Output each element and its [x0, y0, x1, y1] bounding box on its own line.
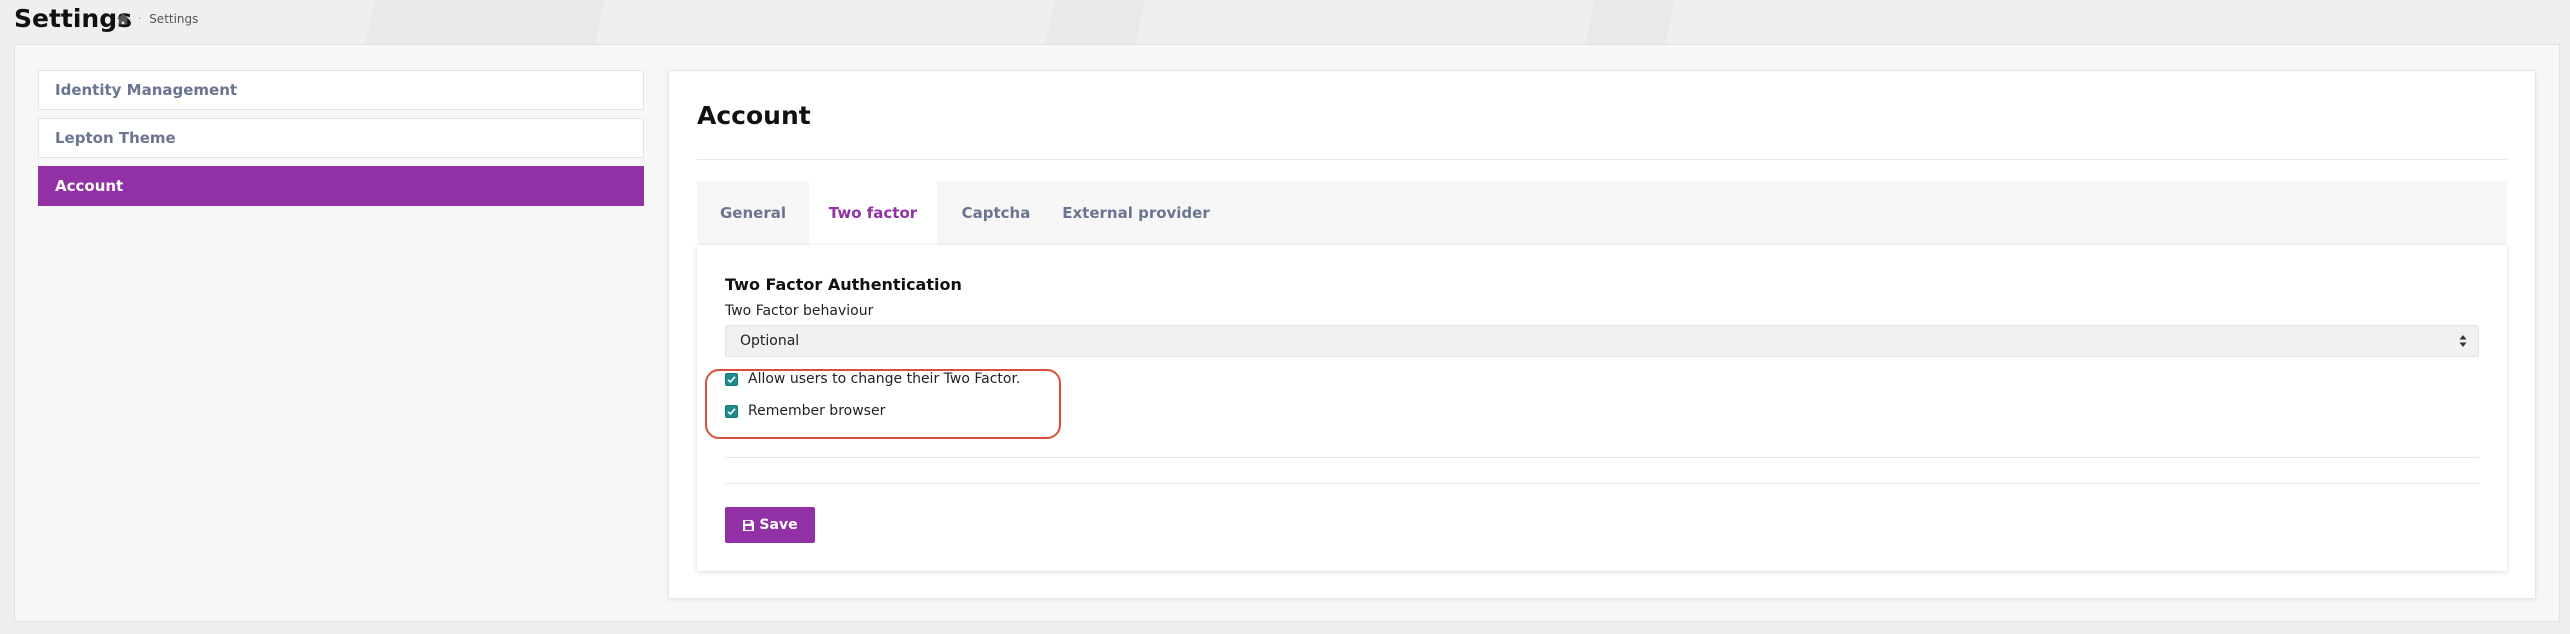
tab-external-provider[interactable]: External provider [1055, 181, 1217, 245]
save-label: Save [759, 517, 798, 533]
account-settings-panel: Account General Two factor Captcha Exter… [668, 70, 2536, 599]
breadcrumb-current: Settings [149, 12, 199, 26]
save-button[interactable]: Save [725, 507, 815, 543]
divider [725, 457, 2479, 458]
sidebar-item-account[interactable]: Account [38, 166, 644, 206]
tab-general[interactable]: General [697, 181, 809, 245]
sidebar-item-label: Lepton Theme [55, 129, 176, 147]
home-icon[interactable] [116, 12, 130, 26]
remember-browser-option[interactable]: Remember browser [725, 403, 885, 419]
sidebar-item-identity-management[interactable]: Identity Management [38, 70, 644, 110]
floppy-disk-icon [742, 519, 755, 532]
two-factor-heading: Two Factor Authentication [725, 275, 962, 294]
select-value: Optional [740, 333, 800, 349]
sidebar-item-lepton-theme[interactable]: Lepton Theme [38, 118, 644, 158]
behaviour-label: Two Factor behaviour [725, 303, 874, 319]
sort-arrows-icon [2458, 333, 2468, 349]
remember-browser-checkbox[interactable] [725, 404, 738, 418]
breadcrumb-separator: · [138, 13, 142, 25]
section-title: Account [697, 101, 811, 130]
top-bar: Settings · Settings [0, 0, 2570, 42]
allow-change-two-factor-checkbox[interactable] [725, 372, 738, 386]
breadcrumb: · Settings [116, 12, 198, 26]
allow-change-two-factor-option[interactable]: Allow users to change their Two Factor. [725, 371, 1020, 387]
sidebar-item-label: Identity Management [55, 81, 238, 99]
divider [697, 159, 2507, 160]
divider [725, 483, 2479, 484]
tab-two-factor[interactable]: Two factor [809, 181, 937, 245]
sidebar-item-label: Account [55, 177, 124, 195]
tab-bar: General Two factor Captcha External prov… [697, 181, 2507, 245]
two-factor-behaviour-select[interactable]: Optional [725, 325, 2479, 357]
checkbox-label: Remember browser [748, 403, 886, 419]
page-title: Settings [14, 4, 133, 33]
tab-captcha[interactable]: Captcha [937, 181, 1055, 245]
two-factor-panel: Two Factor Authentication Two Factor beh… [697, 245, 2507, 571]
settings-sidebar: Identity Management Lepton Theme Account [38, 70, 644, 214]
checkbox-label: Allow users to change their Two Factor. [748, 371, 1021, 387]
